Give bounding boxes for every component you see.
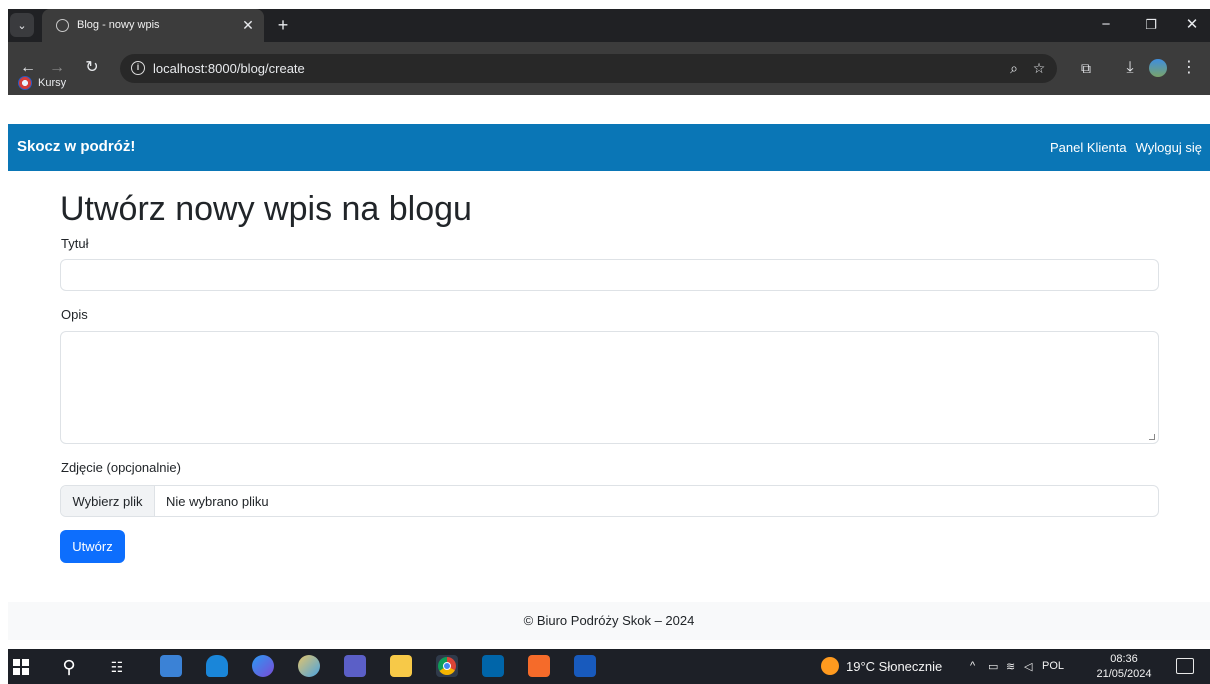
tab-search-icon[interactable]: ⌄ bbox=[10, 13, 34, 37]
photo-file-input[interactable]: Wybierz plik Nie wybrano pliku bbox=[60, 485, 1159, 517]
clock-time: 08:36 bbox=[1110, 653, 1138, 665]
page-title: Utwórz nowy wpis na blogu bbox=[60, 190, 472, 228]
restore-icon[interactable]: ❐ bbox=[1139, 14, 1163, 36]
mail-icon[interactable] bbox=[206, 655, 228, 677]
address-bar[interactable]: i localhost:8000/blog/create ⌕ ☆ bbox=[120, 54, 1057, 83]
browser-toolbar: ← → ↻ i localhost:8000/blog/create ⌕ ☆ ⧉… bbox=[8, 42, 1210, 95]
globe-icon bbox=[56, 19, 69, 32]
windows-icon[interactable] bbox=[10, 656, 32, 678]
weather-text[interactable]: 19°C Słonecznie bbox=[846, 659, 942, 674]
task-view-icon[interactable]: ☷ bbox=[106, 656, 128, 678]
clock-date: 21/05/2024 bbox=[1096, 668, 1152, 680]
close-window-icon[interactable]: ✕ bbox=[1180, 14, 1204, 36]
chrome-icon[interactable] bbox=[436, 655, 458, 677]
notification-icon[interactable] bbox=[1176, 658, 1194, 674]
store-icon[interactable] bbox=[160, 655, 182, 677]
description-textarea[interactable] bbox=[60, 331, 1159, 444]
language-indicator[interactable]: POL bbox=[1042, 660, 1064, 672]
vscode-icon[interactable] bbox=[482, 655, 504, 677]
choose-file-button[interactable]: Wybierz plik bbox=[61, 486, 155, 516]
footer-text: © Biuro Podróży Skok – 2024 bbox=[523, 613, 695, 628]
teams-icon[interactable] bbox=[344, 655, 366, 677]
description-label: Opis bbox=[61, 307, 88, 322]
active-tab[interactable]: Blog - nowy wpis ✕ bbox=[42, 9, 264, 42]
menu-icon[interactable]: ⋮ bbox=[1177, 56, 1201, 80]
copilot-icon[interactable] bbox=[252, 655, 274, 677]
plus-icon[interactable]: + bbox=[272, 14, 294, 36]
clock[interactable]: 08:36 21/05/2024 bbox=[1094, 652, 1154, 682]
info-icon[interactable]: i bbox=[131, 61, 145, 75]
reload-icon[interactable]: ↻ bbox=[80, 56, 104, 80]
volume-icon[interactable]: ◁ bbox=[1024, 660, 1032, 673]
star-icon[interactable]: ☆ bbox=[1028, 57, 1050, 79]
nav-links: Panel Klienta Wyloguj się bbox=[1050, 140, 1202, 155]
weather-sun-icon bbox=[821, 657, 839, 675]
bookmark-kursy[interactable]: Kursy bbox=[18, 75, 66, 91]
nav-link-logout[interactable]: Wyloguj się bbox=[1136, 140, 1202, 155]
browser-tab-bar: ⌄ Blog - nowy wpis ✕ + − ❐ ✕ bbox=[8, 9, 1210, 42]
tab-title: Blog - nowy wpis bbox=[77, 19, 160, 31]
file-status: Nie wybrano pliku bbox=[166, 494, 269, 509]
paint-icon[interactable] bbox=[298, 655, 320, 677]
zoom-icon[interactable]: ⌕ bbox=[1003, 57, 1025, 79]
screen: ⌄ Blog - nowy wpis ✕ + − ❐ ✕ ← → ↻ i loc… bbox=[0, 0, 1210, 684]
title-input[interactable] bbox=[60, 259, 1159, 291]
tray-chevron-icon[interactable]: ^ bbox=[970, 660, 975, 672]
nav-link-client-panel[interactable]: Panel Klienta bbox=[1050, 140, 1127, 155]
minimize-icon[interactable]: − bbox=[1094, 14, 1118, 36]
bookmark-icon bbox=[18, 76, 32, 90]
download-icon[interactable]: ⤓ bbox=[1118, 56, 1142, 80]
file-explorer-icon[interactable] bbox=[390, 655, 412, 677]
brand-link[interactable]: Skocz w podróż! bbox=[17, 138, 135, 155]
resize-handle-icon[interactable] bbox=[1149, 434, 1155, 440]
site-navbar: Skocz w podróż! Panel Klienta Wyloguj si… bbox=[8, 124, 1210, 171]
title-label: Tytuł bbox=[61, 236, 89, 251]
photo-label: Zdjęcie (opcjonalnie) bbox=[61, 460, 181, 475]
windows-taskbar: ⚲ ☷ 19°C Słonecznie ^ ▭ ≋ ◁ POL 08:36 21… bbox=[8, 649, 1210, 684]
xampp-icon[interactable] bbox=[528, 655, 550, 677]
bookmark-label: Kursy bbox=[38, 77, 67, 89]
close-icon[interactable]: ✕ bbox=[239, 16, 257, 34]
battery-icon[interactable]: ▭ bbox=[988, 660, 998, 673]
word-icon[interactable] bbox=[574, 655, 596, 677]
profile-icon[interactable] bbox=[1146, 56, 1170, 80]
extensions-icon[interactable]: ⧉ bbox=[1074, 56, 1098, 80]
wifi-icon[interactable]: ≋ bbox=[1006, 660, 1015, 673]
search-icon[interactable]: ⚲ bbox=[58, 656, 80, 678]
url-text: localhost:8000/blog/create bbox=[153, 61, 305, 76]
create-button[interactable]: Utwórz bbox=[60, 530, 125, 563]
site-footer: © Biuro Podróży Skok – 2024 bbox=[8, 602, 1210, 640]
